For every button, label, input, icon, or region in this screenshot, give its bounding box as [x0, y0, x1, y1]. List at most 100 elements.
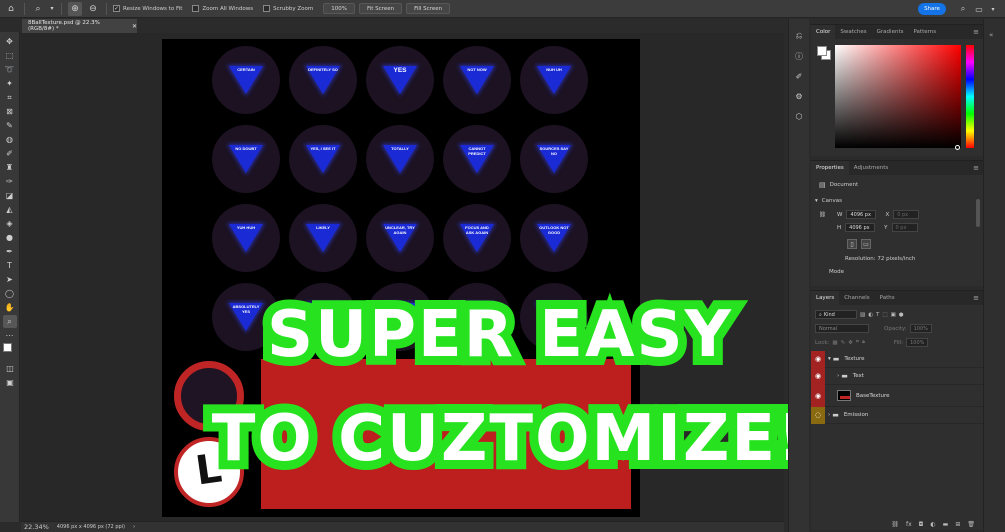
lock-artboard-icon[interactable]: ⌗	[856, 339, 859, 346]
visibility-eye-icon[interactable]: ◉	[811, 367, 825, 385]
collapse-panels-icon[interactable]: «	[989, 31, 993, 39]
home-icon[interactable]: ⌂	[4, 2, 18, 16]
height-field[interactable]: 4096 px	[845, 223, 876, 232]
healing-brush-icon[interactable]: ◍	[3, 133, 17, 146]
dodge-tool-icon[interactable]: ●	[3, 231, 17, 244]
brush-tool-icon[interactable]: ✐	[3, 147, 17, 160]
new-layer-icon[interactable]: ⊞	[955, 521, 960, 528]
landscape-icon[interactable]: ▭	[861, 239, 871, 249]
workspace-icon[interactable]: ▭	[972, 2, 986, 16]
tab-layers[interactable]: Layers	[811, 291, 840, 305]
portrait-icon[interactable]: ▯	[847, 239, 857, 249]
tab-color[interactable]: Color	[811, 25, 836, 39]
tab-channels[interactable]: Channels	[839, 291, 874, 305]
canvas-section-header[interactable]: ▾ Canvas	[815, 198, 842, 204]
layer-filter[interactable]: ⌕ Kind ▨ ◐ T ⬚ ▣ ●	[815, 310, 904, 319]
lock-all-icon[interactable]: 🔒︎	[862, 339, 865, 346]
adjustment-layer-icon[interactable]: ◐	[930, 521, 935, 528]
tab-adjustments[interactable]: Adjustments	[849, 161, 893, 175]
fit-screen-button[interactable]: Fit Screen	[358, 3, 403, 14]
crop-tool-icon[interactable]: ⌗	[3, 91, 17, 104]
add-mask-icon[interactable]: ◘	[919, 521, 924, 528]
clone-stamp-icon[interactable]: ♜	[3, 161, 17, 174]
width-field[interactable]: 4096 px	[846, 210, 877, 219]
tab-paths[interactable]: Paths	[875, 291, 900, 305]
trash-icon[interactable]: 🗑︎	[967, 521, 975, 528]
chevron-right-icon[interactable]: ›	[828, 412, 830, 418]
opacity-field[interactable]: 100%	[909, 324, 932, 333]
foreground-color-chip[interactable]	[817, 46, 827, 56]
filter-shape-icon[interactable]: ⬚	[882, 312, 887, 318]
link-layers-icon[interactable]: ⛓	[891, 521, 899, 528]
scrubby-zoom-checkbox[interactable]: Scrubby Zoom	[263, 5, 313, 12]
zoom-tool-icon[interactable]: ⌕	[31, 2, 45, 16]
quick-mask-icon[interactable]: ◫	[3, 362, 17, 375]
document-tab[interactable]: 8BallTexture.psd @ 22.3% (RGB/8#) * ✕	[22, 19, 137, 33]
filter-kind-select[interactable]: ⌕ Kind	[815, 310, 857, 319]
share-button[interactable]: Share	[918, 3, 946, 15]
lock-move-icon[interactable]: ✥	[848, 340, 853, 346]
more-tools-icon[interactable]: ⋯	[3, 329, 17, 342]
layer-row[interactable]: ◉ ▾ ▬ Texture	[811, 350, 983, 368]
filter-type-icon[interactable]: T	[876, 312, 879, 318]
adjustments-icon[interactable]: ⚙	[792, 89, 806, 103]
resize-windows-checkbox[interactable]: ✓ Resize Windows to Fit	[113, 5, 182, 12]
picker-cursor[interactable]	[955, 145, 960, 150]
visibility-eye-icon[interactable]: ◌	[811, 406, 825, 424]
properties-scrollbar[interactable]	[976, 199, 980, 227]
zoom-out-icon[interactable]: ⊖	[86, 2, 100, 16]
chevron-down-icon[interactable]: ▾	[828, 356, 831, 362]
visibility-eye-icon[interactable]: ◉	[811, 350, 825, 368]
eraser-icon[interactable]: ◪	[3, 189, 17, 202]
close-icon[interactable]: ✕	[132, 23, 137, 30]
type-tool-icon[interactable]: T	[3, 259, 17, 272]
x-field[interactable]: 0 px	[893, 210, 920, 219]
eyedropper-icon[interactable]: ✎	[3, 119, 17, 132]
filter-smart-icon[interactable]: ▣	[891, 312, 896, 318]
foreground-color-swatch[interactable]	[3, 343, 12, 352]
chevron-down-icon[interactable]: ▾	[986, 2, 1000, 16]
hand-tool-icon[interactable]: ✋	[3, 301, 17, 314]
zoom-in-icon[interactable]: ⊕	[68, 1, 82, 16]
chevron-down-icon[interactable]: ▾	[815, 198, 818, 204]
layer-row[interactable]: ◉ BaseTexture	[811, 384, 983, 407]
tab-swatches[interactable]: Swatches	[835, 25, 871, 39]
chevron-right-icon[interactable]: ›	[133, 524, 135, 530]
fill-field[interactable]: 100%	[906, 338, 929, 347]
document-info[interactable]: 4096 px x 4096 px (72 ppi)	[57, 524, 125, 530]
chevron-down-icon[interactable]: ▾	[49, 2, 55, 16]
blend-mode-select[interactable]: Normal	[815, 324, 869, 333]
3d-icon[interactable]: ⬡	[792, 109, 806, 123]
frame-tool-icon[interactable]: ⊠	[3, 105, 17, 118]
filter-toggle-icon[interactable]: ●	[899, 312, 904, 318]
search-icon[interactable]: ⌕	[956, 2, 970, 16]
color-picker-field[interactable]	[835, 45, 961, 150]
path-selection-icon[interactable]: ➤	[3, 273, 17, 286]
blur-tool-icon[interactable]: ◈	[3, 217, 17, 230]
filter-image-icon[interactable]: ▨	[860, 312, 865, 318]
marquee-tool-icon[interactable]: ⬚	[3, 49, 17, 62]
lock-paint-icon[interactable]: ✎	[841, 340, 846, 346]
zoom-100-button[interactable]: 100%	[323, 3, 355, 14]
filter-adjust-icon[interactable]: ◐	[868, 312, 873, 318]
layer-row[interactable]: ◌ › ▬ Emission	[811, 406, 983, 424]
history-brush-icon[interactable]: ✑	[3, 175, 17, 188]
layer-row[interactable]: ◉ › ▬ Text	[811, 367, 983, 385]
new-group-icon[interactable]: ▬	[943, 521, 949, 528]
zoom-level[interactable]: 22.34%	[24, 523, 49, 531]
fx-icon[interactable]: fx	[906, 521, 912, 528]
magic-wand-icon[interactable]: ✦	[3, 77, 17, 90]
move-tool-icon[interactable]: ✥	[3, 35, 17, 48]
link-icon[interactable]: ⛓	[819, 212, 826, 218]
fill-screen-button[interactable]: Fill Screen	[406, 3, 451, 14]
panel-menu-icon[interactable]: ≡	[973, 164, 979, 172]
panel-menu-icon[interactable]: ≡	[973, 294, 979, 302]
tab-patterns[interactable]: Patterns	[908, 25, 941, 39]
ellipse-tool-icon[interactable]: ◯	[3, 287, 17, 300]
history-icon[interactable]: ⎌	[792, 29, 806, 43]
zoom-all-windows-checkbox[interactable]: Zoom All Windows	[192, 5, 253, 12]
lasso-tool-icon[interactable]: ➰	[3, 63, 17, 76]
pen-tool-icon[interactable]: ✒	[3, 245, 17, 258]
screen-mode-icon[interactable]: ▣	[3, 376, 17, 389]
y-field[interactable]: 0 px	[891, 223, 918, 232]
